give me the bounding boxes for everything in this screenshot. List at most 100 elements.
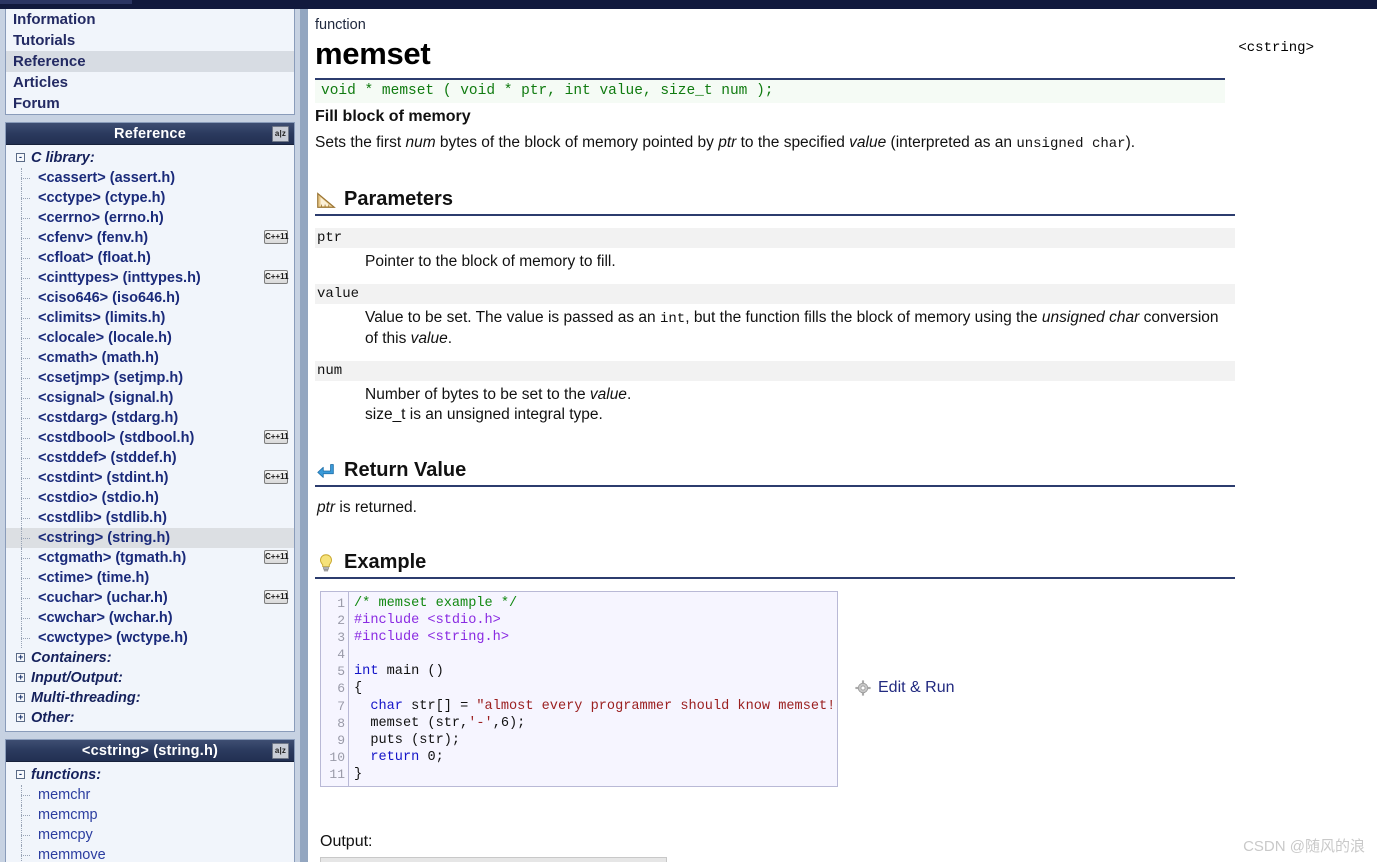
tree-item[interactable]: <climits> (limits.h) xyxy=(6,308,294,328)
ruler-icon xyxy=(317,191,336,208)
tree-item[interactable]: <cstdlib> (stdlib.h) xyxy=(6,508,294,528)
code-line: { xyxy=(354,680,837,697)
tree-item-label: <cmath> (math.h) xyxy=(38,350,159,366)
code-token: int xyxy=(354,664,379,680)
text-fragment: ). xyxy=(1125,134,1136,151)
parameter-description: Pointer to the block of memory to fill. xyxy=(365,252,1235,272)
tree-item[interactable]: <csignal> (signal.h) xyxy=(6,388,294,408)
text-fragment: ptr xyxy=(718,134,737,151)
code-line: #include <string.h> xyxy=(354,629,837,646)
page-kicker: function xyxy=(315,17,366,33)
tree-item[interactable]: <cctype> (ctype.h) xyxy=(6,188,294,208)
cstring-panel-title: <cstring> (string.h) xyxy=(81,743,219,759)
expand-icon[interactable]: + xyxy=(16,712,25,722)
tree-group[interactable]: + Input/Output: xyxy=(6,668,294,688)
code-line: memset (str,'-',6); xyxy=(354,715,837,732)
output-box: ------ every programmer should know mems… xyxy=(320,857,667,862)
tree-item-label: C library: xyxy=(31,150,95,166)
site-nav-panel: Information Tutorials Reference Articles… xyxy=(5,9,295,115)
parameter-description: Value to be set. The value is passed as … xyxy=(365,308,1235,349)
watermark: CSDN @随风的浪 xyxy=(1243,838,1365,855)
tree-item[interactable]: <cerrno> (errno.h) xyxy=(6,208,294,228)
tree-item-label: <cstdarg> (stdarg.h) xyxy=(38,410,179,426)
edit-and-run-label: Edit & Run xyxy=(878,679,955,696)
sort-az-icon-2[interactable]: a|z xyxy=(272,743,289,759)
expand-icon[interactable]: + xyxy=(16,672,25,682)
text-fragment: Pointer to the block of memory to fill. xyxy=(365,253,616,270)
nav-item-articles[interactable]: Articles xyxy=(6,72,294,93)
tree-group[interactable]: + Other: xyxy=(6,708,294,728)
tree-item[interactable]: <ctgmath> (tgmath.h) C++11 xyxy=(6,548,294,568)
tree-group[interactable]: + Multi-threading: xyxy=(6,688,294,708)
tree-item-label: <cstdint> (stdint.h) xyxy=(38,470,169,486)
tree-item[interactable]: memcmp xyxy=(6,805,294,825)
tree-item[interactable]: <cstddef> (stddef.h) xyxy=(6,448,294,468)
tree-item[interactable]: <cwchar> (wchar.h) xyxy=(6,608,294,628)
code-line: puts (str); xyxy=(354,732,837,749)
text-fragment: size_t is an unsigned integral type. xyxy=(365,406,603,423)
tree-item[interactable]: memcpy xyxy=(6,825,294,845)
tree-item[interactable]: <ctime> (time.h) xyxy=(6,568,294,588)
main-content: function memset <cstring> void * memset … xyxy=(310,9,1377,862)
parameters-section: Parameters ptr Pointer to the block of me… xyxy=(315,188,1235,425)
expand-icon[interactable]: + xyxy=(16,692,25,702)
tree-item[interactable]: <cfloat> (float.h) xyxy=(6,248,294,268)
nav-item-forum[interactable]: Forum xyxy=(6,93,294,114)
text-fragment: unsigned char xyxy=(1041,309,1140,326)
tree-item-label: <climits> (limits.h) xyxy=(38,310,166,326)
nav-item-reference[interactable]: Reference xyxy=(6,51,294,72)
tree-item[interactable]: <cinttypes> (inttypes.h) C++11 xyxy=(6,268,294,288)
tree-item[interactable]: memmove xyxy=(6,845,294,862)
code-token: 0; xyxy=(419,749,444,765)
tree-item[interactable]: <cstdint> (stdint.h) C++11 xyxy=(6,468,294,488)
tree-item[interactable]: <ciso646> (iso646.h) xyxy=(6,288,294,308)
edit-and-run-button[interactable]: Edit & Run xyxy=(855,679,954,697)
tree-item-label: memcpy xyxy=(38,827,93,843)
tree-item[interactable]: <cstdio> (stdio.h) xyxy=(6,488,294,508)
nav-item-information[interactable]: Information xyxy=(6,9,294,30)
text-fragment: value xyxy=(589,386,627,403)
tree-item[interactable]: <cassert> (assert.h) xyxy=(6,168,294,188)
text-fragment: int xyxy=(659,311,686,327)
cpp11-badge: C++11 xyxy=(264,270,289,284)
tree-group[interactable]: + Containers: xyxy=(6,648,294,668)
tree-item[interactable]: <cstdbool> (stdbool.h) C++11 xyxy=(6,428,294,448)
reference-panel: Reference a|z -C library: <cassert> (asse… xyxy=(5,122,295,732)
return-value-text: ptr is returned. xyxy=(317,499,1235,517)
text-fragment: Sets the first xyxy=(315,134,406,151)
tree-item[interactable]: <csetjmp> (setjmp.h) xyxy=(6,368,294,388)
tree-item[interactable]: <cfenv> (fenv.h) C++11 xyxy=(6,228,294,248)
tree-item[interactable]: <cuchar> (uchar.h) C++11 xyxy=(6,588,294,608)
tree-item[interactable]: <cmath> (math.h) xyxy=(6,348,294,368)
tree-item[interactable]: <clocale> (locale.h) xyxy=(6,328,294,348)
nav-item-tutorials[interactable]: Tutorials xyxy=(6,30,294,51)
sidebar-scrollbar-thumb[interactable] xyxy=(300,9,308,862)
code-token: { xyxy=(354,681,363,697)
tree-item[interactable]: <cstring> (string.h) xyxy=(6,528,294,548)
code-block[interactable]: 1 2 3 4 5 6 7 8 9 10 11 /* memset exampl… xyxy=(320,591,838,788)
parameter-name: ptr xyxy=(315,228,1235,248)
tree-item[interactable]: <cstdarg> (stdarg.h) xyxy=(6,408,294,428)
collapse-icon[interactable]: - xyxy=(16,769,25,779)
sort-az-icon[interactable]: a|z xyxy=(272,126,289,142)
tree-item-label: <csignal> (signal.h) xyxy=(38,390,174,406)
collapse-icon[interactable]: - xyxy=(16,152,25,162)
return-value-section: Return Value ptr is returned. xyxy=(315,459,1235,517)
tree-group[interactable]: - functions: xyxy=(6,765,294,785)
code-line: return 0; xyxy=(354,749,837,766)
text-fragment: num xyxy=(405,134,436,151)
parameter-name: value xyxy=(315,284,1235,304)
code-token: puts (str); xyxy=(354,732,461,748)
text-fragment: ptr xyxy=(317,499,336,516)
tree-item-label: <cstdbool> (stdbool.h) xyxy=(38,430,195,446)
tree-item[interactable]: memchr xyxy=(6,785,294,805)
title-row: memset <cstring> xyxy=(315,34,1377,76)
tree-group[interactable]: -C library: xyxy=(6,148,294,168)
expand-icon[interactable]: + xyxy=(16,652,25,662)
reference-tree: -C library: <cassert> (assert.h) <cctype> … xyxy=(6,145,294,731)
tree-item-label: <cfloat> (float.h) xyxy=(38,250,151,266)
tree-item[interactable]: <cwctype> (wctype.h) xyxy=(6,628,294,648)
code-token: return xyxy=(370,749,420,765)
text-fragment: bytes of the block of memory pointed by xyxy=(435,134,719,151)
short-description: Fill block of memory xyxy=(315,108,471,125)
